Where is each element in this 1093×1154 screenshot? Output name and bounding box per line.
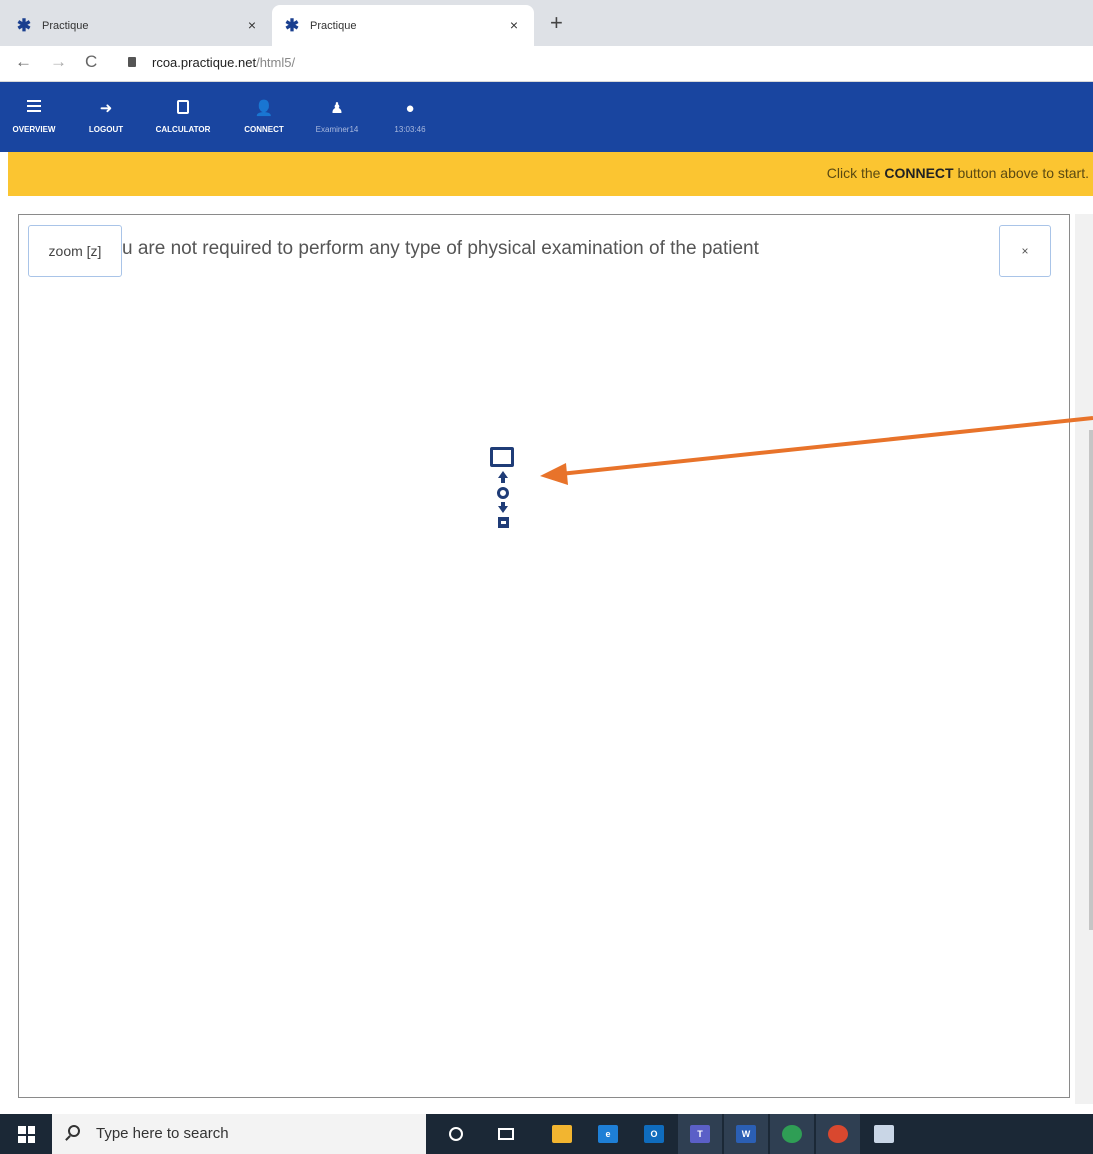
screen: ✱ Practique × ✱ Practique × + ← → C rcoa… — [0, 0, 1093, 1154]
close-button[interactable]: × — [999, 225, 1051, 277]
back-button[interactable]: ← — [15, 52, 32, 72]
paint-glyph — [874, 1125, 894, 1143]
outlook-icon[interactable]: O — [632, 1114, 676, 1154]
teams-glyph: T — [690, 1125, 710, 1143]
notice-text-strong: CONNECT — [884, 165, 954, 181]
taskbar-search[interactable]: Type here to search — [52, 1114, 426, 1154]
reload-button[interactable]: C — [85, 52, 97, 72]
practique-favicon-icon: ✱ — [16, 15, 32, 35]
logout-icon: ➜ — [99, 100, 113, 117]
content-panel — [18, 214, 1070, 1098]
forward-button[interactable]: → — [50, 52, 67, 72]
overview-label: OVERVIEW — [12, 125, 56, 134]
add-user-icon: 👤 — [254, 100, 274, 117]
browser-tab-2[interactable]: ✱ Practique × — [272, 5, 534, 46]
browser-tab-strip: ✱ Practique × ✱ Practique × + — [0, 0, 1093, 46]
minimize-icon[interactable] — [498, 517, 509, 528]
annotation-arrow-line — [559, 416, 1093, 476]
user-indicator: ♟ Examiner14 — [304, 82, 370, 152]
circle-icon[interactable] — [497, 487, 509, 499]
instruction-text: u are not required to perform any type o… — [122, 238, 759, 259]
annotation-arrow-head — [540, 463, 568, 485]
notice-text-before: Click the — [826, 165, 885, 181]
teams-icon[interactable]: T — [678, 1114, 722, 1154]
word-icon[interactable]: W — [724, 1114, 768, 1154]
search-icon — [68, 1125, 80, 1137]
tab-close-icon[interactable]: × — [510, 17, 518, 33]
paint-icon[interactable] — [862, 1114, 906, 1154]
annotation-arrow — [540, 416, 1093, 485]
app-toolbar: OVERVIEW ➜ LOGOUT CALCULATOR 👤 CONNECT ♟… — [0, 82, 1093, 152]
username-label: Examiner14 — [315, 125, 359, 134]
clock-label: 13:03:46 — [394, 125, 426, 134]
cortana-icon[interactable] — [434, 1114, 478, 1154]
task-view-icon[interactable] — [484, 1114, 528, 1154]
calculator-icon — [177, 100, 189, 118]
clock-icon: ● — [405, 100, 415, 117]
outlook-glyph: O — [644, 1125, 664, 1143]
file-explorer-glyph — [552, 1125, 572, 1143]
clock-indicator: ● 13:03:46 — [382, 82, 438, 152]
word-glyph: W — [736, 1125, 756, 1143]
lock-icon[interactable] — [128, 57, 136, 67]
tab-title: Practique — [42, 19, 89, 32]
windows-taskbar: Type here to search e O T W — [0, 1114, 1093, 1154]
floating-video-toolbar — [490, 447, 516, 533]
search-placeholder: Type here to search — [96, 1125, 229, 1142]
edge-glyph: e — [598, 1125, 618, 1143]
connect-label: CONNECT — [244, 125, 284, 134]
notice-text-after: button above to start. — [953, 165, 1089, 181]
chrome-profile-glyph — [828, 1125, 848, 1143]
zoom-button[interactable]: zoom [z] — [28, 225, 122, 277]
tab-close-icon[interactable]: × — [248, 17, 256, 33]
practique-favicon-icon: ✱ — [284, 15, 300, 35]
chrome-icon[interactable] — [770, 1114, 814, 1154]
chrome-glyph — [782, 1125, 802, 1143]
notice-bar: Click the CONNECT button above to start. — [8, 152, 1093, 196]
address-bar: ← → C rcoa.practique.net/html5/ — [0, 46, 1093, 82]
logout-button[interactable]: ➜ LOGOUT — [80, 82, 132, 152]
chrome-profile-icon[interactable] — [816, 1114, 860, 1154]
calculator-button[interactable]: CALCULATOR — [144, 82, 222, 152]
file-explorer-icon[interactable] — [540, 1114, 584, 1154]
connect-button[interactable]: 👤 CONNECT — [234, 82, 294, 152]
url-host: rcoa.practique.net — [152, 55, 257, 70]
notice-text: Click the CONNECT button above to start. — [827, 165, 1089, 181]
user-icon: ♟ — [330, 100, 344, 117]
edge-icon[interactable]: e — [586, 1114, 630, 1154]
logout-label: LOGOUT — [88, 125, 124, 134]
screen-icon[interactable] — [490, 447, 514, 467]
new-tab-button[interactable]: + — [550, 10, 563, 36]
overview-button[interactable]: OVERVIEW — [4, 82, 64, 152]
url-field[interactable]: rcoa.practique.net/html5/ — [152, 55, 295, 70]
browser-tab-1[interactable]: ✱ Practique × — [0, 5, 272, 46]
tab-title: Practique — [310, 19, 357, 32]
arrow-down-icon[interactable] — [498, 506, 508, 513]
scrollbar-thumb[interactable] — [1089, 430, 1093, 930]
url-path: /html5/ — [256, 55, 296, 70]
calculator-label: CALCULATOR — [155, 125, 211, 134]
arrow-up-stem — [501, 477, 505, 483]
list-icon — [27, 100, 41, 118]
windows-start-icon[interactable] — [18, 1126, 35, 1143]
